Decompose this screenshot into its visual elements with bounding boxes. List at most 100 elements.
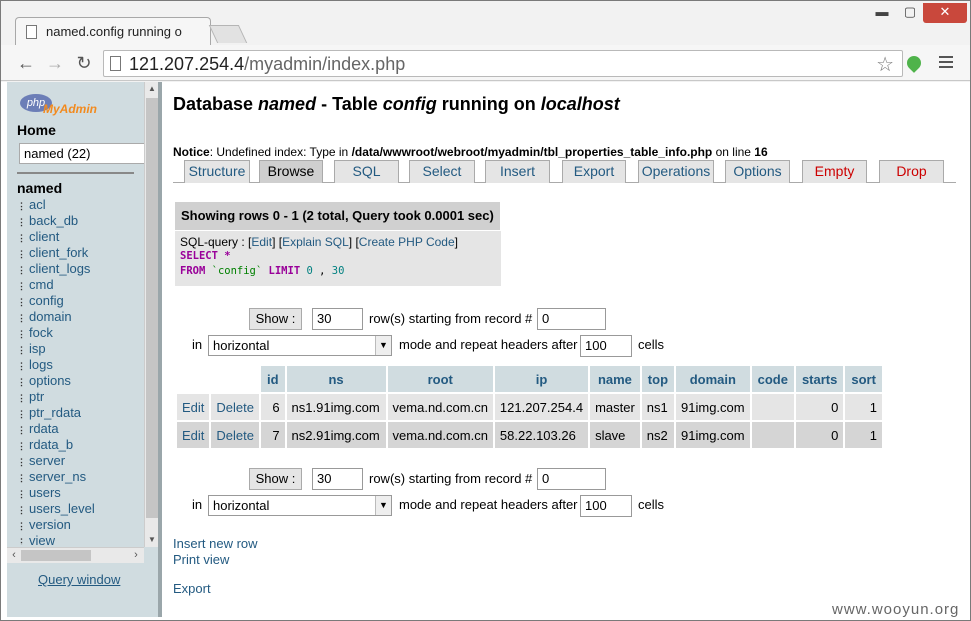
tab-structure[interactable]: Structure bbox=[184, 160, 250, 183]
sidebar-item-label[interactable]: server_ns bbox=[29, 469, 86, 484]
repeat-headers-input[interactable]: 100 bbox=[580, 335, 632, 357]
sidebar-item-options[interactable]: ⋮ options bbox=[17, 373, 95, 389]
horizontal-scrollbar[interactable]: ‹ › bbox=[7, 547, 144, 563]
insert-new-row-link[interactable]: Insert new row bbox=[173, 536, 258, 552]
tab-select[interactable]: Select bbox=[409, 160, 475, 183]
delete-link[interactable]: Delete bbox=[211, 422, 259, 448]
sidebar-item-back_db[interactable]: ⋮ back_db bbox=[17, 213, 95, 229]
sidebar-item-label[interactable]: rdata bbox=[29, 421, 59, 436]
tab-insert[interactable]: Insert bbox=[485, 160, 550, 183]
table-icon[interactable]: ⋮ bbox=[17, 278, 29, 294]
table-icon[interactable]: ⋮ bbox=[17, 294, 29, 310]
sidebar-item-acl[interactable]: ⋮ acl bbox=[17, 197, 95, 213]
tab-export[interactable]: Export bbox=[562, 160, 626, 183]
sidebar-item-label[interactable]: options bbox=[29, 373, 71, 388]
column-header-ip[interactable]: ip bbox=[494, 366, 589, 392]
sidebar-item-label[interactable]: back_db bbox=[29, 213, 78, 228]
sidebar-item-view[interactable]: ⋮ view bbox=[17, 533, 95, 545]
table-icon[interactable]: ⋮ bbox=[17, 262, 29, 278]
home-link[interactable]: Home bbox=[17, 122, 56, 138]
new-tab-button[interactable] bbox=[208, 25, 248, 43]
sidebar-item-server_ns[interactable]: ⋮ server_ns bbox=[17, 469, 95, 485]
table-icon[interactable]: ⋮ bbox=[17, 326, 29, 342]
sidebar-item-ptr[interactable]: ⋮ ptr bbox=[17, 389, 95, 405]
table-icon[interactable]: ⋮ bbox=[17, 310, 29, 326]
tab-drop[interactable]: Drop bbox=[879, 160, 944, 183]
sidebar-item-server[interactable]: ⋮ server bbox=[17, 453, 95, 469]
table-icon[interactable]: ⋮ bbox=[17, 342, 29, 358]
tab-sql[interactable]: SQL bbox=[334, 160, 399, 183]
scroll-down-icon[interactable]: ▼ bbox=[145, 533, 159, 547]
back-icon[interactable]: ← bbox=[15, 52, 37, 74]
sidebar-item-label[interactable]: cmd bbox=[29, 277, 54, 292]
table-icon[interactable]: ⋮ bbox=[17, 390, 29, 406]
sidebar-item-label[interactable]: ptr_rdata bbox=[29, 405, 81, 420]
start-record-input[interactable]: 0 bbox=[537, 468, 606, 490]
sidebar-item-domain[interactable]: ⋮ domain bbox=[17, 309, 95, 325]
sidebar-item-label[interactable]: isp bbox=[29, 341, 46, 356]
tab-operations[interactable]: Operations bbox=[638, 160, 714, 183]
sidebar-item-users_level[interactable]: ⋮ users_level bbox=[17, 501, 95, 517]
table-icon[interactable]: ⋮ bbox=[17, 518, 29, 534]
table-icon[interactable]: ⋮ bbox=[17, 502, 29, 518]
reload-icon[interactable]: ↻ bbox=[73, 52, 95, 74]
table-icon[interactable]: ⋮ bbox=[17, 470, 29, 486]
minimize-button[interactable]: ▬ bbox=[869, 3, 895, 23]
table-icon[interactable]: ⋮ bbox=[17, 534, 29, 545]
column-header-root[interactable]: root bbox=[387, 366, 493, 392]
sidebar-item-label[interactable]: version bbox=[29, 517, 71, 532]
tab-empty[interactable]: Empty bbox=[802, 160, 867, 183]
forward-icon[interactable]: → bbox=[44, 52, 66, 74]
sidebar-item-client_fork[interactable]: ⋮ client_fork bbox=[17, 245, 95, 261]
sidebar-item-cmd[interactable]: ⋮ cmd bbox=[17, 277, 95, 293]
display-mode-select[interactable]: horizontal ▼ bbox=[208, 335, 392, 356]
table-icon[interactable]: ⋮ bbox=[17, 230, 29, 246]
show-button[interactable]: Show : bbox=[249, 468, 302, 490]
sidebar-item-client[interactable]: ⋮ client bbox=[17, 229, 95, 245]
sidebar-item-label[interactable]: client_logs bbox=[29, 261, 90, 276]
display-mode-select[interactable]: horizontal ▼ bbox=[208, 495, 392, 516]
print-view-link[interactable]: Print view bbox=[173, 552, 258, 568]
sidebar-item-label[interactable]: server bbox=[29, 453, 65, 468]
table-icon[interactable]: ⋮ bbox=[17, 454, 29, 470]
scroll-thumb[interactable] bbox=[21, 550, 91, 561]
sidebar-item-label[interactable]: config bbox=[29, 293, 64, 308]
export-link[interactable]: Export bbox=[173, 581, 258, 597]
table-icon[interactable]: ⋮ bbox=[17, 198, 29, 214]
start-record-input[interactable]: 0 bbox=[537, 308, 606, 330]
bookmark-star-icon[interactable]: ☆ bbox=[876, 52, 894, 77]
delete-link[interactable]: Delete bbox=[211, 394, 259, 420]
sidebar-item-label[interactable]: domain bbox=[29, 309, 72, 324]
sidebar-item-label[interactable]: users bbox=[29, 485, 61, 500]
sidebar-item-label[interactable]: client_fork bbox=[29, 245, 88, 260]
sidebar-item-rdata_b[interactable]: ⋮ rdata_b bbox=[17, 437, 95, 453]
column-header-top[interactable]: top bbox=[641, 366, 675, 392]
table-icon[interactable]: ⋮ bbox=[17, 406, 29, 422]
database-name[interactable]: named bbox=[17, 180, 62, 196]
column-header-name[interactable]: name bbox=[590, 366, 640, 392]
edit-link[interactable]: Edit bbox=[177, 422, 210, 448]
phpmyadmin-logo[interactable]: php MyAdmin bbox=[17, 90, 107, 120]
table-icon[interactable]: ⋮ bbox=[17, 438, 29, 454]
browser-tab[interactable]: named.config running o bbox=[15, 17, 211, 45]
column-header-id[interactable]: id bbox=[260, 366, 285, 392]
sidebar-item-label[interactable]: ptr bbox=[29, 389, 44, 404]
show-button[interactable]: Show : bbox=[249, 308, 302, 330]
sidebar-item-isp[interactable]: ⋮ isp bbox=[17, 341, 95, 357]
scroll-thumb[interactable] bbox=[146, 98, 158, 518]
sidebar-item-label[interactable]: view bbox=[29, 533, 55, 545]
tab-browse[interactable]: Browse bbox=[259, 160, 323, 183]
database-select[interactable]: named (22) bbox=[19, 143, 145, 164]
close-button[interactable]: ✕ bbox=[923, 3, 967, 23]
column-header-domain[interactable]: domain bbox=[676, 366, 750, 392]
menu-icon[interactable] bbox=[939, 56, 953, 71]
extension-icon[interactable] bbox=[904, 53, 924, 73]
tab-options[interactable]: Options bbox=[725, 160, 790, 183]
create-php-code-link[interactable]: Create PHP Code bbox=[359, 235, 455, 249]
sidebar-item-label[interactable]: acl bbox=[29, 197, 46, 212]
address-bar[interactable]: 121.207.254.4/myadmin/index.php ☆ bbox=[103, 50, 903, 77]
sidebar-item-users[interactable]: ⋮ users bbox=[17, 485, 95, 501]
repeat-headers-input[interactable]: 100 bbox=[580, 495, 632, 517]
sidebar-item-version[interactable]: ⋮ version bbox=[17, 517, 95, 533]
sidebar-item-label[interactable]: users_level bbox=[29, 501, 95, 516]
